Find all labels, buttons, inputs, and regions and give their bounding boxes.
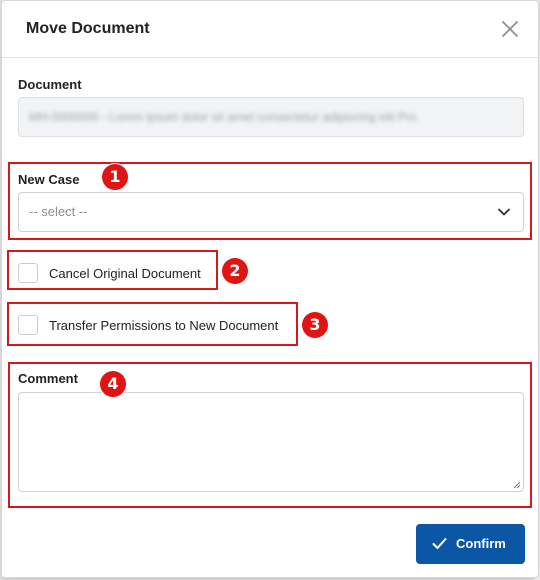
document-value: MH-0000000 - Lorem ipsum dolor sit amet …	[29, 110, 417, 124]
annotation-box-transfer-permissions	[7, 302, 298, 346]
close-button[interactable]	[500, 19, 520, 39]
confirm-button[interactable]: Confirm	[416, 524, 525, 564]
confirm-label: Confirm	[456, 536, 506, 551]
annotation-box-new-case	[8, 162, 532, 240]
document-label: Document	[18, 77, 82, 92]
annotation-badge-2: 2	[222, 258, 248, 284]
annotation-badge-1: 1	[102, 164, 128, 190]
annotation-badge-4: 4	[100, 371, 126, 397]
dialog-header: Move Document	[2, 1, 538, 58]
close-icon	[502, 21, 518, 37]
document-field: MH-0000000 - Lorem ipsum dolor sit amet …	[18, 97, 524, 137]
check-icon	[432, 538, 447, 549]
annotation-badge-3: 3	[302, 312, 328, 338]
annotation-box-cancel-original	[7, 250, 218, 290]
annotation-box-comment	[8, 362, 532, 508]
dialog-title: Move Document	[26, 20, 150, 37]
